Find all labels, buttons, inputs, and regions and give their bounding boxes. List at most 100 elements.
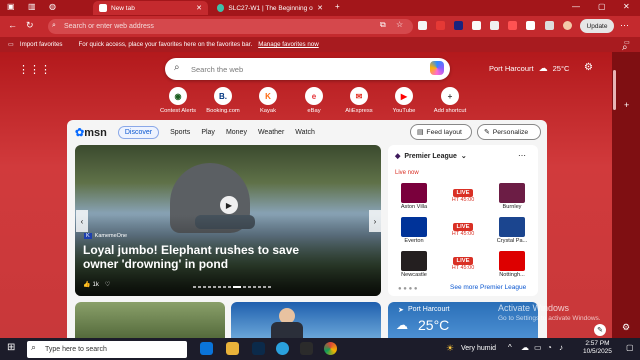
see-more-link[interactable]: See more Premier League: [450, 284, 526, 291]
tab-weather[interactable]: Weather: [258, 129, 284, 136]
import-favorites-link[interactable]: Import favorites: [20, 41, 63, 48]
volume-icon[interactable]: ♪: [559, 343, 563, 352]
close-tab-icon[interactable]: ✕: [196, 4, 202, 12]
shortcut-youtube[interactable]: ▶ YouTube: [381, 87, 427, 114]
tab-discover[interactable]: Discover: [117, 125, 160, 139]
feedback-icon[interactable]: ✎: [594, 324, 606, 336]
shortcut-contest-alerts[interactable]: ◉ Contest Alerts: [155, 87, 201, 114]
tab-actions-icon[interactable]: ◍: [49, 2, 56, 11]
weather-sun-icon: ☀: [446, 343, 455, 353]
battery-icon[interactable]: ▭: [534, 343, 542, 352]
tab-play[interactable]: Play: [201, 129, 215, 136]
news-tile-image[interactable]: [231, 302, 381, 338]
sidebar-search-icon[interactable]: ⌕: [622, 42, 628, 53]
extension-icon[interactable]: [472, 21, 481, 30]
clock[interactable]: 2:57 PM 10/5/2025: [583, 340, 612, 356]
scrollbar[interactable]: [613, 70, 616, 110]
tray-overflow-icon[interactable]: ^: [508, 343, 512, 352]
address-input[interactable]: Search or enter web address: [48, 19, 413, 34]
carousel-dots[interactable]: [193, 286, 271, 288]
shortcut-kayak[interactable]: K Kayak: [245, 87, 291, 114]
edge-app-icon[interactable]: [200, 342, 213, 355]
apps-grid-icon[interactable]: ⋮⋮⋮: [18, 63, 51, 76]
shortcut-label: Contest Alerts: [159, 108, 197, 114]
extensions-puzzle-icon[interactable]: [526, 21, 535, 30]
match-row[interactable]: Everton LIVE HT 45:00 Crystal Pa...: [395, 216, 531, 244]
league-selector[interactable]: ◆ Premier League ⌄: [395, 152, 467, 161]
shortcut-ebay[interactable]: e eBay: [291, 87, 337, 114]
page-settings-icon[interactable]: ⚙: [584, 62, 593, 73]
collections-icon[interactable]: [545, 21, 554, 30]
new-tab-icon[interactable]: +: [335, 2, 340, 11]
shortcut-label: YouTube: [392, 108, 416, 114]
file-explorer-icon[interactable]: [226, 342, 239, 355]
network-icon[interactable]: ◔: [547, 343, 552, 352]
tab-watch[interactable]: Watch: [295, 129, 315, 136]
copilot-icon[interactable]: [430, 61, 444, 75]
live-now-label: Live now: [395, 170, 419, 176]
shortcut-icon: +: [441, 87, 459, 105]
tab-new-tab[interactable]: New tab ✕: [93, 1, 208, 15]
shortcut-icon: ▶: [395, 87, 413, 105]
back-icon[interactable]: ←: [8, 20, 17, 30]
refresh-icon[interactable]: ↻: [26, 20, 34, 31]
tab-money[interactable]: Money: [226, 129, 247, 136]
extension-icon[interactable]: [436, 21, 445, 30]
shortcut-add-shortcut[interactable]: + Add shortcut: [427, 87, 473, 114]
tab-sports[interactable]: Sports: [170, 129, 190, 136]
carousel-prev-icon[interactable]: ‹: [76, 210, 88, 232]
play-icon[interactable]: ▶: [220, 196, 238, 214]
onedrive-icon[interactable]: ☁: [521, 343, 529, 352]
carousel-next-icon[interactable]: ›: [369, 210, 381, 232]
profile-icon[interactable]: ▣: [7, 2, 15, 11]
msn-logo[interactable]: ✿msn: [75, 126, 107, 139]
home-team: Everton: [395, 216, 433, 244]
time-text: 2:57 PM: [585, 340, 610, 347]
extension-icon[interactable]: [490, 21, 499, 30]
tab-slc27[interactable]: SLC27-W1 | The Beginning of Bo... ✕: [211, 1, 329, 15]
extension-icon[interactable]: [418, 21, 427, 30]
photoshop-icon[interactable]: [252, 342, 265, 355]
more-options-icon[interactable]: ⋯: [518, 151, 526, 160]
taskbar-search-input[interactable]: Type here to search: [27, 341, 187, 358]
match-row[interactable]: Aston Villa LIVE HT 45:00 Burnley: [395, 182, 531, 210]
dislike-icon[interactable]: ♡: [105, 281, 110, 288]
weather-widget[interactable]: Port Harcourt ☁ 25°C: [489, 63, 569, 74]
away-team: Crystal Pa...: [493, 216, 531, 244]
workspaces-icon[interactable]: ▥: [28, 2, 36, 11]
sidebar-settings-icon[interactable]: ⚙: [622, 322, 630, 333]
telegram-icon[interactable]: [276, 342, 289, 355]
feed-layout-button[interactable]: ▤ Feed layout: [410, 124, 472, 140]
update-button[interactable]: Update: [580, 19, 614, 33]
story-title[interactable]: Loyal jumbo! Elephant rushes to save own…: [83, 243, 333, 271]
chrome-icon[interactable]: [324, 342, 337, 355]
close-window-icon[interactable]: ✕: [623, 2, 630, 11]
windows-start-icon[interactable]: ⊞: [7, 342, 15, 353]
media-player-icon[interactable]: [300, 342, 313, 355]
read-aloud-icon[interactable]: ⧉: [380, 20, 386, 30]
manage-favorites-link[interactable]: Manage favorites now: [258, 41, 319, 48]
like-icon[interactable]: 👍: [83, 281, 90, 288]
story-source: KamemeOne: [94, 233, 128, 239]
shortcut-icon: ✉: [350, 87, 368, 105]
more-menu-icon[interactable]: ⋯: [620, 20, 629, 31]
shortcut-aliexpress[interactable]: ✉ AliExpress: [336, 87, 382, 114]
sidebar-add-icon[interactable]: +: [624, 100, 629, 110]
notifications-icon[interactable]: ▢: [626, 343, 634, 352]
extension-icon[interactable]: [454, 21, 463, 30]
match-row[interactable]: Newcastle LIVE HT 45:00 Nottingh...: [395, 250, 531, 278]
extension-icon[interactable]: [508, 21, 517, 30]
carousel-dots[interactable]: ● ● ● ●: [398, 286, 418, 292]
search-input[interactable]: Search the web: [165, 58, 450, 80]
news-tile-image[interactable]: [75, 302, 225, 338]
personalize-button[interactable]: ✎ Personalize: [477, 124, 541, 140]
taskbar-weather-text[interactable]: Very humid: [461, 345, 496, 352]
shortcut-booking-com[interactable]: B. Booking.com: [200, 87, 246, 114]
maximize-icon[interactable]: ▢: [598, 2, 606, 11]
avatar[interactable]: [563, 21, 572, 30]
close-tab-icon[interactable]: ✕: [317, 4, 323, 12]
shortcut-label: Booking.com: [206, 108, 240, 114]
minimize-icon[interactable]: —: [572, 2, 580, 11]
hero-story[interactable]: K KamemeOne Loyal jumbo! Elephant rushes …: [75, 145, 381, 296]
favorite-star-icon[interactable]: ☆: [396, 20, 403, 29]
